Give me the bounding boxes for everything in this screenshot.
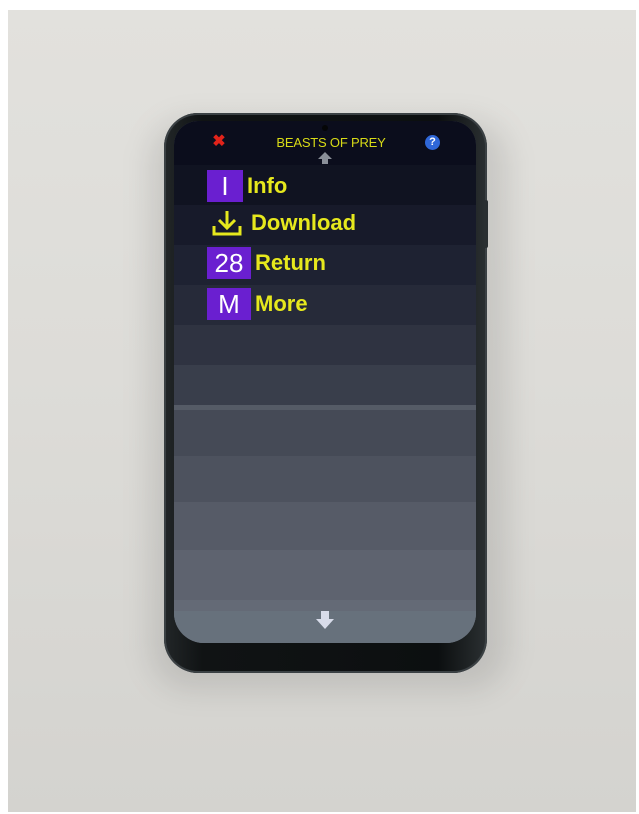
list-row-8 xyxy=(174,456,476,502)
list-row-5 xyxy=(174,325,476,365)
menu-item-more-label: More xyxy=(255,291,308,316)
menu-item-download-label: Download xyxy=(251,210,357,235)
phone-side-button xyxy=(484,200,488,248)
menu-item-download[interactable]: Download xyxy=(207,206,356,240)
more-letter-icon: M xyxy=(207,288,251,320)
menu-item-info[interactable]: I Info xyxy=(207,169,287,203)
menu-item-return-label: Return xyxy=(255,250,326,275)
phone-screen: I Info Download 28 Return M More ✖ BEAST… xyxy=(174,121,476,643)
page-title: BEASTS OF PREY xyxy=(276,135,386,150)
list-row-6 xyxy=(174,365,476,405)
list-row-7 xyxy=(174,410,476,456)
front-camera xyxy=(322,125,328,131)
arrow-down-icon[interactable] xyxy=(316,611,334,629)
menu-item-return[interactable]: 28 Return xyxy=(207,246,326,280)
return-number-icon: 28 xyxy=(207,247,251,279)
menu-item-info-label: Info xyxy=(247,173,288,198)
info-letter-icon: I xyxy=(207,170,243,202)
list-row-9 xyxy=(174,502,476,550)
arrow-up-icon[interactable] xyxy=(318,151,332,164)
menu-list: I Info Download 28 Return M More xyxy=(174,165,476,643)
download-icon xyxy=(207,207,247,239)
close-icon[interactable]: ✖ xyxy=(212,134,226,150)
menu-item-more[interactable]: M More xyxy=(207,287,308,321)
list-row-10 xyxy=(174,550,476,600)
help-icon[interactable]: ? xyxy=(425,135,440,150)
